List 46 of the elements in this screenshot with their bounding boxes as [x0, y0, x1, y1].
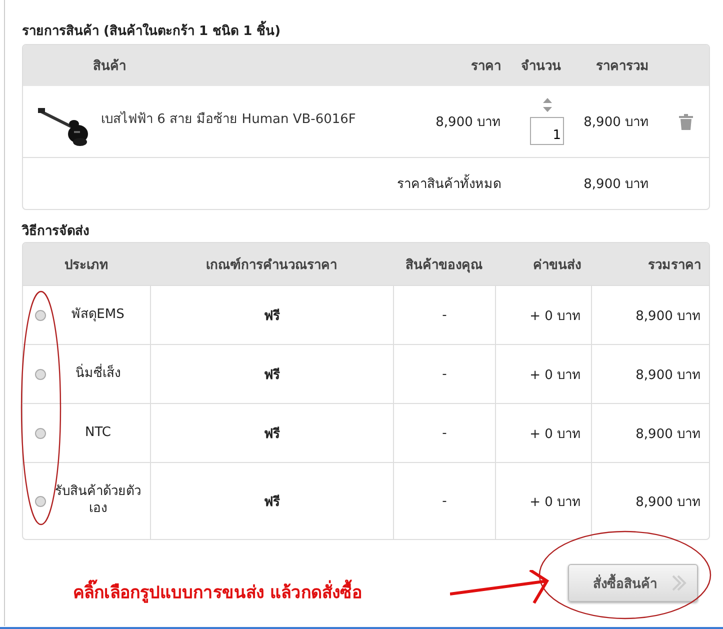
table-cell-text: ฟรี [264, 494, 280, 512]
table-cell-text: 8,900 บาท [636, 308, 701, 326]
table-cell: - [442, 494, 447, 508]
subtotal-label: ราคาสินค้าทั้งหมด [23, 173, 506, 194]
shipping-type: นิ่มซี่เส็ง [74, 366, 122, 382]
subtotal-value: 8,900 บาท [582, 176, 650, 194]
radio-button[interactable] [35, 428, 46, 438]
column-header: จำนวน [520, 58, 562, 76]
table-cell-text: 8,900 บาท [636, 426, 701, 444]
order-button[interactable]: สั่งซื้อสินค้า [568, 564, 698, 602]
spinner-icon[interactable] [542, 98, 552, 112]
table-cell: - [442, 426, 447, 440]
column-header: ประเภท [64, 256, 110, 274]
product-name[interactable]: เบสไฟฟ้า 6 สาย มือซ้าย Human VB-6016F [101, 108, 401, 135]
radio-button[interactable] [35, 310, 46, 320]
column-header: ราคา [470, 58, 502, 76]
chevron-icon [671, 575, 687, 591]
table-cell-text: ฟรี [264, 366, 280, 384]
table-cell-text: + 0 บาท [530, 494, 581, 512]
table-cell-text: ฟรี [264, 308, 280, 326]
shipping-type: พัสดุEMS [70, 306, 126, 324]
radio-button[interactable] [35, 368, 46, 380]
column-header: ค่าขนส่ง [532, 256, 582, 274]
table-cell-text: + 0 บาท [530, 308, 581, 326]
table-cell: - [442, 308, 447, 322]
annotation-text: คลิ๊กเลือกรูปแบบการขนส่ง แล้วกดสั่งซื้อ [73, 578, 362, 605]
table-cell-text: ฟรี [264, 426, 280, 444]
column-header: สินค้าของคุณ [404, 256, 484, 274]
column-header: เกณฑ์การคำนวณราคา [205, 256, 338, 274]
table-cell-text: 8,900 บาท [636, 494, 701, 512]
price-text: 8,900 บาท [434, 114, 502, 132]
shipping-type: NTC [84, 424, 112, 442]
column-header: สินค้า [92, 58, 127, 76]
radio-button[interactable] [35, 496, 46, 506]
table-cell: - [442, 366, 447, 382]
section-title: วิธีการจัดส่ง [22, 222, 90, 241]
quantity-field[interactable]: 1 [530, 117, 564, 145]
column-header: ราคารวม [595, 58, 650, 76]
column-header: รวมราคา [647, 256, 702, 274]
table-cell-text: + 0 บาท [530, 426, 581, 444]
total-text: 8,900 บาท [582, 114, 650, 132]
table-cell-text: + 0 บาท [530, 366, 581, 384]
shipping-type: รับสินค้าด้วยตัวเอง [54, 484, 142, 518]
trash-icon[interactable] [679, 114, 693, 130]
section-title: รายการสินค้า (สินค้าในตะกร้า 1 ชนิด 1 ชิ้น) [22, 20, 710, 40]
table-cell-text: 8,900 บาท [636, 366, 701, 384]
